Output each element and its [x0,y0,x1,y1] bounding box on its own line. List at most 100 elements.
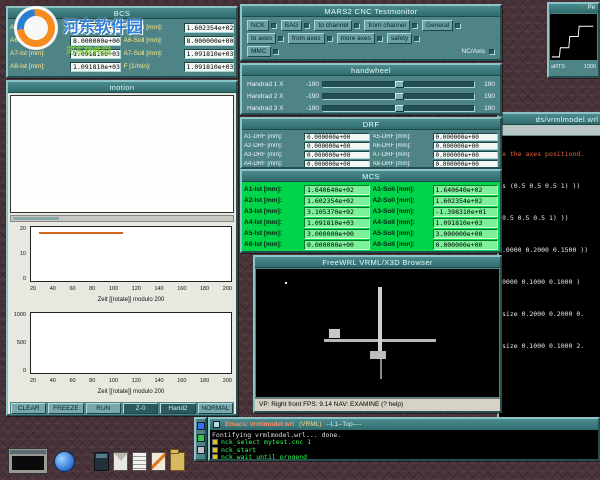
mini-green-icon[interactable] [197,434,205,442]
editor-text-area[interactable]: e the axes positiond.s (0.5 0.5 0.5 1) )… [499,136,600,418]
toggle-button[interactable]: safety [387,33,412,44]
drf-label: A3-DRF [mm]: [244,152,301,158]
freewrl-window: FreeWRL VRML/X3D Browser VP: Right front… [253,255,502,413]
toggle-indicator-icon[interactable] [304,23,310,29]
bcs-label: A8-Ist [mm]: [10,63,67,70]
toggle-safety[interactable]: safety [387,33,420,44]
toggle-more-axes[interactable]: more axes [337,33,383,44]
motion-button-normal[interactable]: NORMAL [198,403,233,414]
toggle-from-channel[interactable]: from channel [364,20,418,31]
toggle-button[interactable]: more axes [337,33,375,44]
machine-post [380,359,382,379]
toggle-indicator-icon[interactable] [271,23,277,29]
terminal-titlebar[interactable]: Emacs: vrmlmodel.wrl (VRML) --L1--Top---… [210,419,598,430]
testmonitor-titlebar[interactable]: MARS2 CNC Testmonitor [242,6,500,17]
window-menu-icon[interactable] [213,421,220,428]
motion-titlebar[interactable]: motion [8,82,236,93]
toggle-indicator-icon[interactable] [327,36,333,42]
editor-icon[interactable] [151,452,166,471]
folder-icon[interactable] [170,452,185,471]
slider-thumb-icon[interactable] [395,93,404,100]
handwheel-titlebar[interactable]: handwheel [242,65,500,76]
toggle-indicator-icon[interactable] [354,23,360,29]
toggle-button[interactable]: to channel [314,20,352,31]
toggle-button[interactable]: BAG [281,20,303,31]
x-tick: 20 [30,286,36,294]
toggle-button[interactable]: from axes [288,33,325,44]
mcs-values: A1-Ist [mm]:1.640640e+02A1-Soll [mm]:1.6… [242,182,500,251]
terminal-title-app: Emacs: vrmlmodel.wrl [225,421,294,428]
handwheel-slider[interactable] [322,81,475,88]
bcs-label: A7-Ist [mm]: [10,50,67,57]
terminal-window: Emacs: vrmlmodel.wrl (VRML) --L1--Top---… [208,417,600,461]
mcs-value: 1.091810e+03 [304,218,370,228]
document-icon[interactable] [132,452,147,471]
x-tick: 120 [132,286,141,294]
feed-curve [550,14,597,60]
motion-button-clear[interactable]: CLEAR [11,403,46,414]
toggle-indicator-icon[interactable] [412,23,418,29]
terminal-line: nck_select mytest.cnc 1 [212,439,596,447]
drf-value: 0.000000e+00 [433,142,499,150]
drf-value: 0.000000e+00 [433,133,499,141]
handwheel-label: Handrad 2 X [247,93,299,100]
horizontal-scrollbar[interactable] [10,215,234,222]
toggle-from-axes[interactable]: from axes [288,33,333,44]
nc-axis-indicator-icon[interactable] [489,49,495,55]
editor-titlebar[interactable]: ds/vrmlmodel.wrl [499,114,600,125]
toggle-bag[interactable]: BAG [281,20,311,31]
mcs-value: 1.640640e+02 [433,185,499,195]
console-icon[interactable] [8,448,48,474]
mcs-titlebar[interactable]: MCS [242,171,500,182]
toggle-to-channel[interactable]: to channel [314,20,360,31]
toggle-indicator-icon[interactable] [273,49,279,55]
freewrl-3d-view[interactable] [256,269,499,397]
slider-thumb-icon[interactable] [395,81,404,88]
terminal-output[interactable]: Fontifying vrmlmodel.wrl... done.nck_sel… [210,430,598,459]
handwheel-slider[interactable] [322,93,475,100]
mcs-label: A1-Ist [mm]: [244,186,301,193]
toggle-indicator-icon[interactable] [455,23,461,29]
drf-window: DRF A1-DRF [mm]:0.000000e+00A5-DRF [mm]:… [240,117,502,169]
toggle-nck[interactable]: NCK [247,20,277,31]
miniplot-titlebar[interactable]: Pe [549,4,598,13]
terminal-icon[interactable] [94,452,109,471]
scrollbar-thumb[interactable] [13,217,59,220]
mail-icon[interactable] [113,452,128,471]
toggle-indicator-icon[interactable] [414,36,420,42]
drf-titlebar[interactable]: DRF [242,119,500,130]
motion-button-hand2[interactable]: Hand2 [160,403,195,414]
x-tick: 180 [200,286,209,294]
motion-button-run[interactable]: RUN [86,403,121,414]
mcs-label: A1-Soll [mm]: [373,186,430,193]
toggle-button[interactable]: from channel [364,20,410,31]
motion-button-freeze[interactable]: FREEZE [48,403,83,414]
window-title: FreeWRL VRML/X3D Browser [322,258,433,267]
x-axis-label: Zeit [[rotate]] modulo 200 [30,389,232,398]
toggle-button[interactable]: General [422,20,453,31]
toggle-button[interactable]: to axes [247,33,276,44]
mini-blue-icon[interactable] [197,422,205,430]
toggle-indicator-icon[interactable] [377,36,383,42]
toggle-general[interactable]: General [422,20,461,31]
toggle-button[interactable]: MMC [247,46,271,57]
mini-grey-icon[interactable] [197,446,205,454]
machine-block [329,329,340,338]
x-tick: 160 [177,286,186,294]
toggle-button[interactable]: NCK [247,20,269,31]
slider-thumb-icon[interactable] [395,105,404,112]
toggle-indicator-icon[interactable] [278,36,284,42]
globe-icon[interactable] [54,451,75,472]
bcs-value: 1.091810e+03 [184,49,235,59]
motion-button-z-0[interactable]: Z-0 [123,403,158,414]
handwheel-slider[interactable] [322,105,475,112]
velocity-chart: 10005000 20406080100120140160180200 Zeit… [10,310,234,400]
y-axis: 10005000 [10,312,28,374]
drf-row: A4-DRF [mm]:0.000000e+00A8-DRF [mm]:0.00… [244,159,498,167]
freewrl-titlebar[interactable]: FreeWRL VRML/X3D Browser [255,257,500,268]
toggle-to-axes[interactable]: to axes [247,33,284,44]
mcs-row: A4-Ist [mm]:1.091810e+03A4-Soll [mm]:1.0… [244,217,498,228]
drf-row: A3-DRF [mm]:0.000000e+00A7-DRF [mm]:0.00… [244,150,498,159]
toggle-mmc[interactable]: MMC [247,46,279,57]
x-tick: 40 [50,378,56,386]
